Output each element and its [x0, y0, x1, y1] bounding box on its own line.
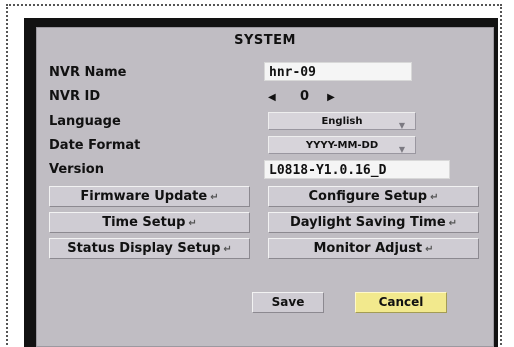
dropdown-arrow-icon: ▼	[398, 121, 405, 130]
nvr-name-input[interactable]: hnr-09	[264, 62, 412, 81]
enter-icon: ↵	[448, 218, 458, 229]
enter-icon: ↵	[188, 218, 197, 229]
daylight-saving-time-button[interactable]: Daylight Saving Time ↵	[268, 212, 479, 233]
nvr-id-spinner[interactable]: ◀ 0 ▶	[268, 89, 341, 104]
dropdown-arrow-icon: ▼	[398, 145, 405, 154]
version-label: Version	[49, 162, 104, 177]
status-display-setup-button[interactable]: Status Display Setup ↵	[49, 238, 250, 259]
monitor-adjust-label: Monitor Adjust	[313, 241, 423, 256]
decrement-arrow-icon[interactable]: ◀	[268, 92, 282, 103]
date-format-value: YYYY-MM-DD	[305, 140, 379, 151]
version-display: L0818-Y1.0.16_D	[264, 160, 450, 179]
enter-icon: ↵	[210, 192, 219, 203]
configure-setup-button[interactable]: Configure Setup ↵	[268, 186, 479, 207]
firmware-update-label: Firmware Update	[80, 189, 208, 204]
language-select[interactable]: English ▼	[268, 112, 416, 130]
language-value: English	[321, 116, 363, 127]
monitor-adjust-button[interactable]: Monitor Adjust ↵	[268, 238, 479, 259]
enter-icon: ↵	[425, 244, 434, 255]
cancel-button[interactable]: Cancel	[355, 292, 447, 313]
firmware-update-button[interactable]: Firmware Update ↵	[49, 186, 250, 207]
time-setup-label: Time Setup	[102, 215, 186, 230]
save-button[interactable]: Save	[252, 292, 324, 313]
nvr-id-value: 0	[300, 89, 310, 104]
dialog-title: SYSTEM	[234, 33, 296, 48]
date-format-label: Date Format	[49, 138, 141, 153]
time-setup-button[interactable]: Time Setup ↵	[49, 212, 250, 233]
increment-arrow-icon[interactable]: ▶	[327, 92, 341, 103]
configure-setup-label: Configure Setup	[308, 189, 428, 204]
nvr-name-label: NVR Name	[49, 65, 127, 80]
nvr-id-label: NVR ID	[49, 89, 101, 104]
date-format-select[interactable]: YYYY-MM-DD ▼	[268, 136, 416, 154]
daylight-saving-time-label: Daylight Saving Time	[289, 215, 446, 230]
enter-icon: ↵	[430, 192, 439, 203]
language-label: Language	[49, 114, 121, 129]
enter-icon: ↵	[223, 244, 232, 255]
status-display-setup-label: Status Display Setup	[67, 241, 221, 256]
